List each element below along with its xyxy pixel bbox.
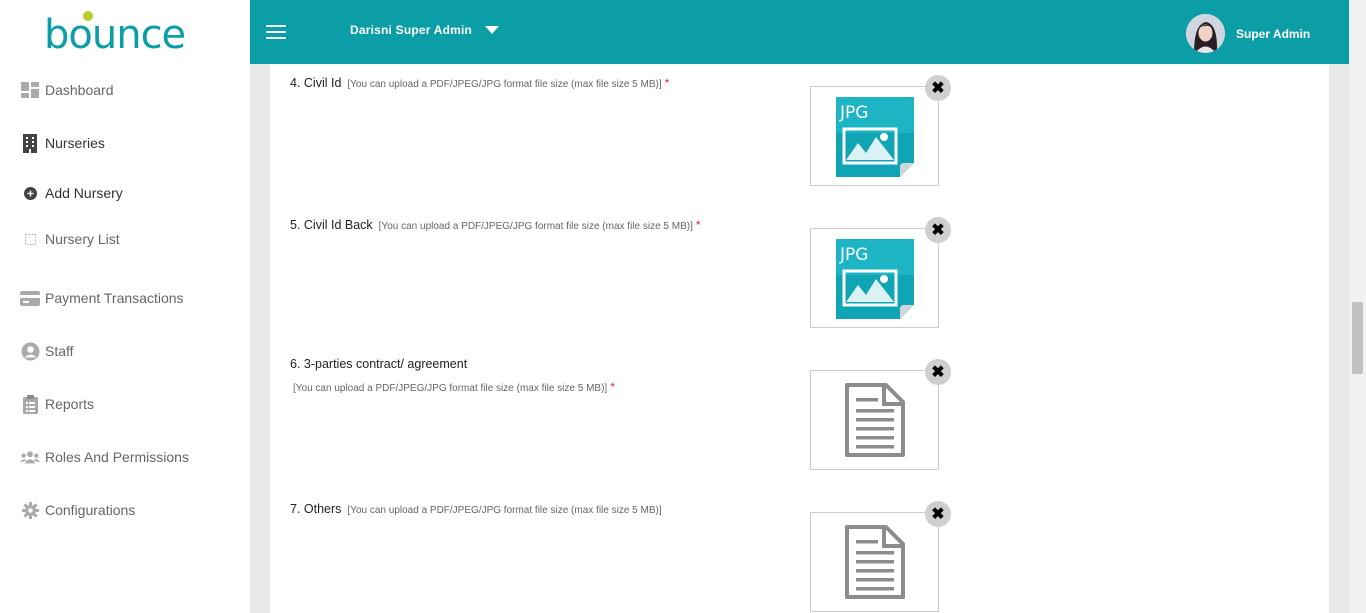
others-file-preview[interactable] xyxy=(810,512,939,612)
sidebar-item-label: Nurseries xyxy=(45,135,105,151)
clipboard-icon xyxy=(20,394,40,414)
sidebar-item-nursery-list[interactable]: Nursery List xyxy=(0,224,250,254)
remove-civil-id-back-button[interactable]: ✖ xyxy=(925,217,951,243)
document-icon xyxy=(844,525,905,599)
close-icon: ✖ xyxy=(931,222,945,239)
remove-contract-button[interactable]: ✖ xyxy=(925,359,951,385)
page-scrollbar[interactable] xyxy=(1349,0,1366,613)
logo-text: bounce xyxy=(44,12,185,54)
sidebar-item-label: Staff xyxy=(45,343,74,359)
user-menu[interactable]: Super Admin xyxy=(1186,14,1310,53)
building-icon xyxy=(20,133,40,153)
contract-file-preview[interactable] xyxy=(810,370,939,470)
required-marker: * xyxy=(664,76,670,90)
sidebar-item-label: Dashboard xyxy=(45,82,114,98)
sidebar: bounce Dashboard Nurseries Add Nursery N… xyxy=(0,0,250,613)
users-icon xyxy=(20,447,40,467)
sidebar-item-label: Configurations xyxy=(45,502,136,518)
org-name: Darisni Super Admin xyxy=(350,23,473,37)
sidebar-item-label: Payment Transactions xyxy=(45,290,184,306)
sidebar-item-label: Reports xyxy=(45,396,95,412)
org-selector[interactable]: Darisni Super Admin xyxy=(350,23,500,37)
file-type-badge: JPG xyxy=(839,245,868,265)
logo-graphic: bounce xyxy=(44,11,186,54)
user-name: Super Admin xyxy=(1236,26,1311,41)
document-upload-form: 4. Civil Id [You can upload a PDF/JPEG/JP… xyxy=(270,64,1329,613)
sidebar-item-reports[interactable]: Reports xyxy=(0,389,250,419)
sidebar-item-nurseries[interactable]: Nurseries xyxy=(0,128,250,158)
close-icon: ✖ xyxy=(931,80,945,97)
gear-icon xyxy=(20,500,40,520)
file-type-badge: JPG xyxy=(839,103,868,123)
sidebar-item-configurations[interactable]: Configurations xyxy=(0,495,250,525)
field-hint: [You can upload a PDF/JPEG/JPG format fi… xyxy=(378,221,693,232)
sidebar-item-dashboard[interactable]: Dashboard xyxy=(0,75,250,105)
sidebar-item-label: Nursery List xyxy=(45,231,120,247)
field-contract-hint: [You can upload a PDF/JPEG/JPG format fi… xyxy=(287,380,615,394)
field-hint: [You can upload a PDF/JPEG/JPG format fi… xyxy=(347,79,662,90)
field-title: 7. Others xyxy=(290,502,342,516)
bounce-logo[interactable]: bounce xyxy=(0,0,250,64)
close-icon: ✖ xyxy=(931,364,945,381)
sidebar-item-roles-and-permissions[interactable]: Roles And Permissions xyxy=(0,442,250,472)
field-civil-id-back-label: 5. Civil Id Back [You can upload a PDF/JP… xyxy=(290,218,701,232)
field-hint: [You can upload a PDF/JPEG/JPG format fi… xyxy=(347,505,662,516)
jpg-file-icon: JPG xyxy=(835,97,914,177)
menu-toggle-icon[interactable] xyxy=(266,25,286,39)
field-title: 4. Civil Id xyxy=(290,76,342,90)
required-marker: * xyxy=(610,380,615,394)
avatar xyxy=(1186,14,1225,53)
field-title: 5. Civil Id Back xyxy=(290,218,373,232)
sidebar-item-add-nursery[interactable]: Add Nursery xyxy=(0,178,250,208)
user-circle-icon xyxy=(20,341,40,361)
chevron-down-icon xyxy=(485,26,500,34)
sidebar-item-staff[interactable]: Staff xyxy=(0,336,250,366)
sidebar-item-label: Roles And Permissions xyxy=(45,449,189,465)
plus-circle-icon xyxy=(20,183,40,203)
field-title: 6. 3-parties contract/ agreement xyxy=(290,357,468,371)
field-contract-label: 6. 3-parties contract/ agreement xyxy=(290,357,467,371)
document-icon xyxy=(844,383,905,457)
field-others-label: 7. Others [You can upload a PDF/JPEG/JPG … xyxy=(290,502,662,516)
field-civil-id-label: 4. Civil Id [You can upload a PDF/JPEG/JP… xyxy=(290,76,669,90)
civil-id-back-file-preview[interactable]: JPG xyxy=(810,228,939,328)
sidebar-item-label: Add Nursery xyxy=(45,185,123,201)
credit-card-icon xyxy=(20,288,40,308)
sidebar-item-payment-transactions[interactable]: Payment Transactions xyxy=(0,283,250,313)
dashboard-icon xyxy=(20,80,40,100)
close-icon: ✖ xyxy=(931,506,945,523)
top-bar: Darisni Super Admin Super Admin xyxy=(250,0,1349,64)
scrollbar-thumb[interactable] xyxy=(1352,302,1363,374)
remove-civil-id-button[interactable]: ✖ xyxy=(925,75,951,101)
field-hint: [You can upload a PDF/JPEG/JPG format fi… xyxy=(293,383,608,394)
square-icon xyxy=(20,229,40,249)
civil-id-file-preview[interactable]: JPG xyxy=(810,86,939,186)
required-marker: * xyxy=(695,218,701,232)
logo-dot xyxy=(83,11,93,21)
jpg-file-icon: JPG xyxy=(835,239,914,319)
remove-others-button[interactable]: ✖ xyxy=(925,501,951,527)
